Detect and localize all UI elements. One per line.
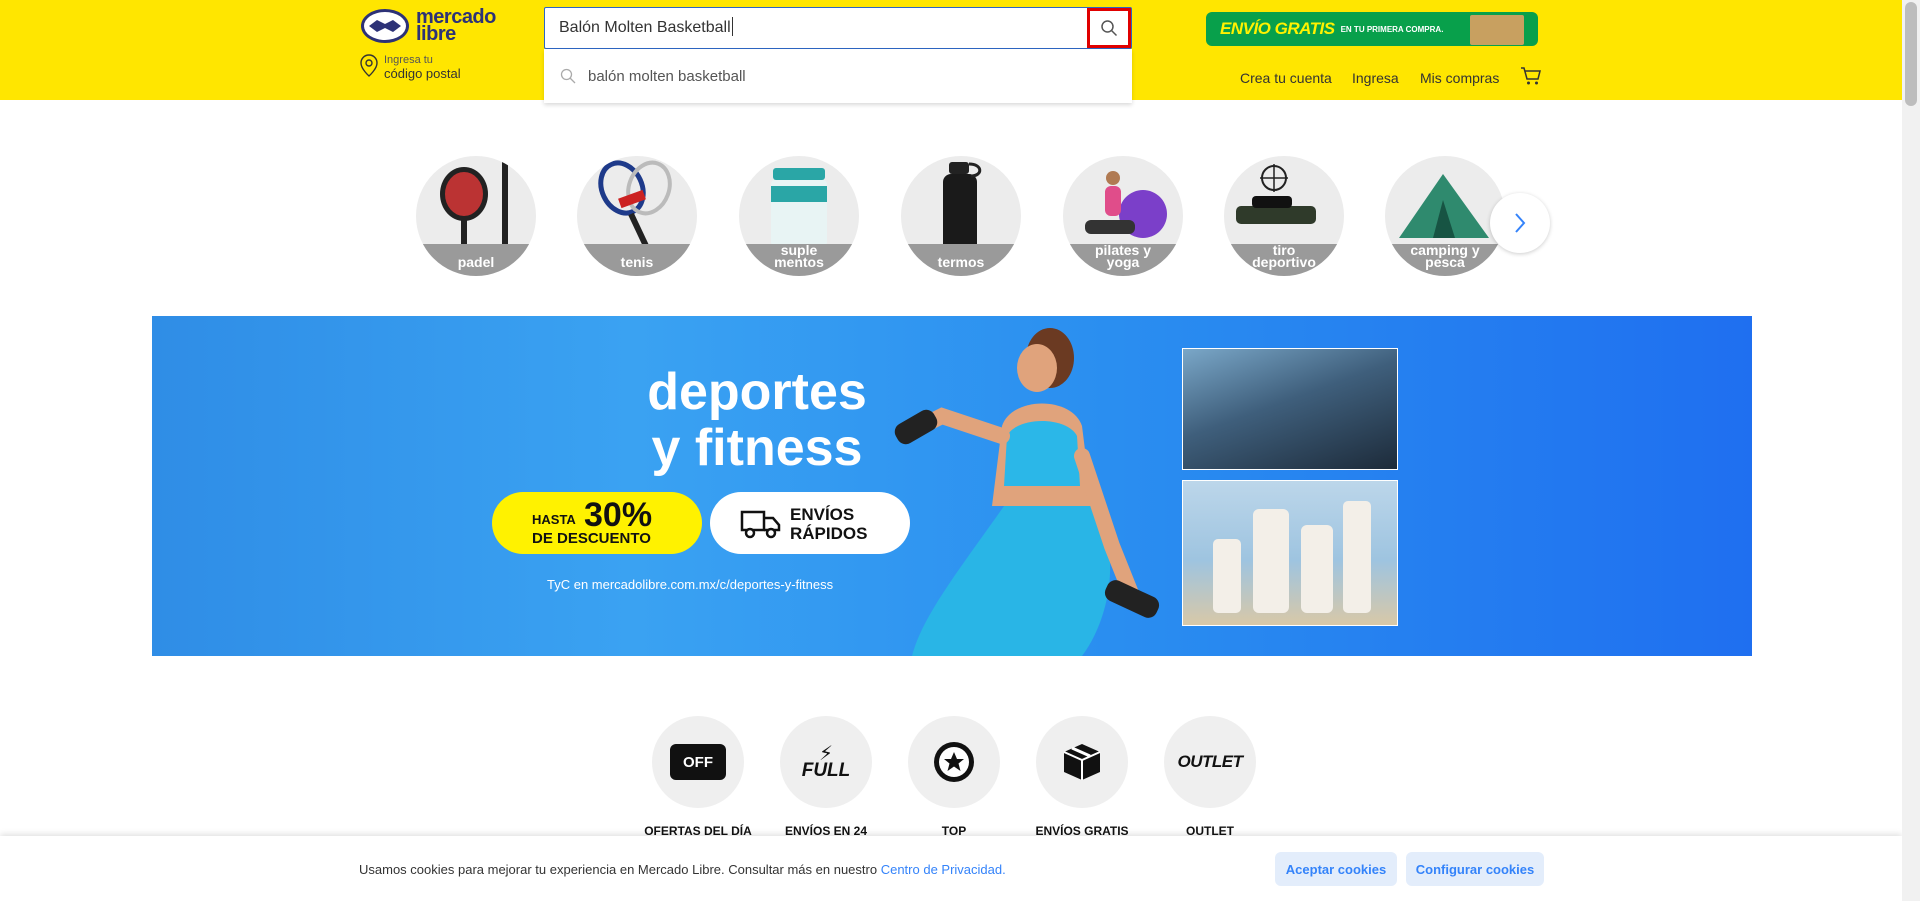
- full-text: FULL: [801, 760, 851, 781]
- search-button[interactable]: [1087, 8, 1131, 48]
- tumblers-photo: [1182, 480, 1398, 626]
- cart-icon: [1521, 67, 1541, 85]
- postal-text: Ingresa tu código postal: [384, 54, 461, 82]
- shortcut-outlet[interactable]: OUTLET: [1164, 716, 1256, 808]
- privacy-center-link[interactable]: Centro de Privacidad.: [881, 862, 1006, 877]
- mercado-libre-logo[interactable]: mercado libre: [360, 7, 496, 45]
- cookie-banner: Usamos cookies para mejorar tu experienc…: [0, 836, 1902, 901]
- free-shipping-promo[interactable]: ENVÍO GRATIS EN TU PRIMERA COMPRA.: [1206, 12, 1538, 46]
- discount-desc: DE DESCUENTO: [532, 530, 651, 547]
- category-label: camping y pesca: [1410, 242, 1480, 270]
- category-camping-pesca[interactable]: camping y pesca: [1385, 156, 1505, 276]
- full-lightning-icon: ⚡ FULL: [801, 743, 851, 781]
- delivery-truck-icon: [740, 510, 781, 539]
- scrollbar-thumb[interactable]: [1905, 2, 1917, 106]
- postal-small-label: Ingresa tu: [384, 54, 433, 66]
- promo-main-text: ENVÍO GRATIS: [1220, 19, 1335, 38]
- category-label: tiro deportivo: [1252, 242, 1316, 270]
- login-link[interactable]: Ingresa: [1352, 70, 1399, 86]
- logo-line2: libre: [416, 23, 456, 45]
- suggestion-search-icon: [560, 68, 576, 84]
- shortcut-ofertas-del-dia[interactable]: OFF: [652, 716, 744, 808]
- handshake-logo-icon: [361, 9, 409, 43]
- off-tag-icon: OFF: [670, 744, 726, 780]
- category-suplementos[interactable]: suple mentos: [739, 156, 859, 276]
- logo-text: mercado libre: [416, 7, 496, 45]
- chevron-right-icon: [1515, 213, 1526, 233]
- star-badge-icon: [934, 742, 974, 782]
- shipping-line1: ENVÍOS: [790, 505, 855, 524]
- tumblers-image: [1213, 501, 1371, 613]
- category-label: termos: [937, 254, 985, 270]
- location-pin-icon: [360, 54, 378, 77]
- shortcut-envios-en-24[interactable]: ⚡ FULL: [780, 716, 872, 808]
- page-scrollbar[interactable]: [1902, 0, 1920, 901]
- banner-title: deportes y fitness: [592, 364, 922, 476]
- search-input-value: Balón Molten Basketball: [559, 8, 733, 48]
- fast-shipping-text: ENVÍOS RÁPIDOS: [790, 505, 867, 543]
- category-termos[interactable]: termos: [901, 156, 1021, 276]
- category-pilates-yoga[interactable]: pilates y yoga: [1063, 156, 1183, 276]
- banner-title-line1: deportes: [647, 363, 867, 421]
- package-box-icon: [1470, 15, 1524, 45]
- promo-sub-text: EN TU PRIMERA COMPRA.: [1340, 24, 1444, 34]
- search-text: Balón Molten Basketball: [559, 19, 731, 36]
- configure-cookies-button[interactable]: Configurar cookies: [1406, 852, 1544, 886]
- cookie-text: Usamos cookies para mejorar tu experienc…: [359, 862, 881, 877]
- category-label: pilates y yoga: [1094, 242, 1152, 270]
- postal-code-link[interactable]: Ingresa tu código postal: [360, 54, 461, 82]
- postal-big-label: código postal: [384, 66, 461, 81]
- cookie-message: Usamos cookies para mejorar tu experienc…: [359, 862, 1006, 877]
- off-tag-text: OFF: [683, 753, 713, 771]
- cart-button[interactable]: [1520, 66, 1542, 90]
- create-account-link[interactable]: Crea tu cuenta: [1240, 70, 1332, 86]
- category-tenis[interactable]: tenis: [577, 156, 697, 276]
- banner-title-line2: y fitness: [651, 419, 863, 477]
- discount-hasta: HASTA: [532, 512, 576, 527]
- shortcut-envios-gratis[interactable]: [1036, 716, 1128, 808]
- treadmill-photo: [1182, 348, 1398, 470]
- search-input[interactable]: Balón Molten Basketball: [544, 7, 1132, 49]
- search-suggestion-item[interactable]: balón molten basketball: [544, 49, 1132, 103]
- accept-cookies-button[interactable]: Aceptar cookies: [1275, 852, 1397, 886]
- shipping-line2: RÁPIDOS: [790, 524, 868, 543]
- package-icon: [1063, 744, 1101, 780]
- my-purchases-link[interactable]: Mis compras: [1420, 70, 1499, 86]
- discount-badge: HASTA 30% DE DESCUENTO: [492, 492, 702, 554]
- outlet-logo-icon: OUTLET: [1177, 752, 1244, 771]
- carousel-next-button[interactable]: [1490, 193, 1550, 253]
- category-label: suple mentos: [774, 242, 824, 270]
- category-tiro-deportivo[interactable]: tiro deportivo: [1224, 156, 1344, 276]
- fast-shipping-badge: ENVÍOS RÁPIDOS: [710, 492, 910, 554]
- athlete-woman-image: [894, 328, 1160, 656]
- shortcut-top[interactable]: [908, 716, 1000, 808]
- search-icon: [1101, 20, 1118, 37]
- suggestion-text: balón molten basketball: [588, 67, 746, 85]
- promo-banner[interactable]: deportes y fitness HASTA 30% DE DESCUENT…: [152, 316, 1752, 656]
- category-label: padel: [457, 254, 495, 270]
- category-padel[interactable]: padel: [416, 156, 536, 276]
- category-label: tenis: [620, 254, 654, 270]
- text-caret: [731, 17, 733, 36]
- terms-text: TyC en mercadolibre.com.mx/c/deportes-y-…: [547, 577, 834, 592]
